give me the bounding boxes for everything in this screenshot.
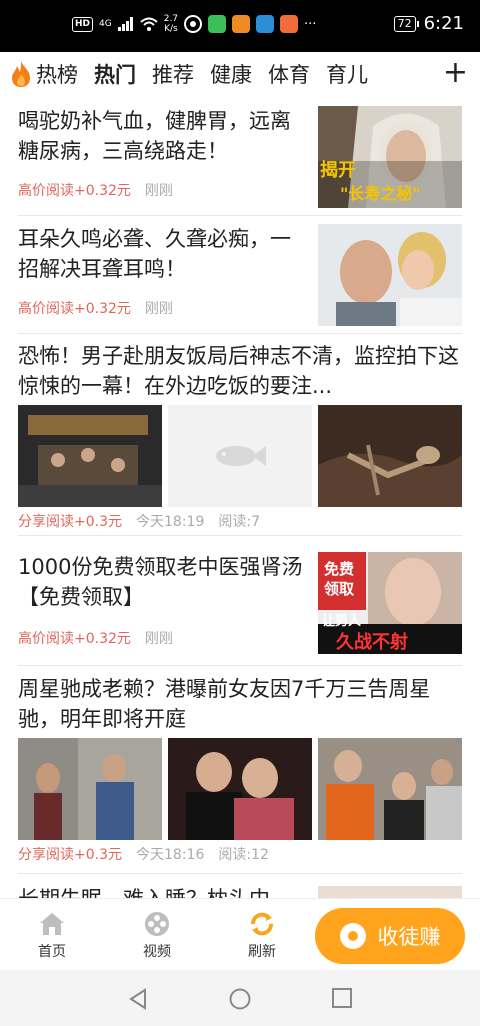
- earn-icon: [339, 923, 366, 949]
- recents-icon[interactable]: [332, 988, 352, 1008]
- home-icon: [40, 913, 64, 935]
- category-tabs: 热榜 热门 推荐 健康 体育 育儿: [0, 52, 480, 96]
- fish-placeholder-icon: [216, 446, 266, 466]
- news-meta: 分享阅读+0.3元 今天18:19 阅读:7: [18, 511, 260, 531]
- ad-badge: 领取: [324, 580, 355, 598]
- reward-text: 分享阅读+0.3元: [18, 847, 122, 863]
- street-photo-image: [318, 738, 462, 840]
- net-speed: 2.7 K/s: [163, 14, 179, 34]
- status-right: 72 6:21: [393, 13, 464, 34]
- news-image-row: [18, 405, 462, 507]
- app-icon-orange: [232, 15, 251, 33]
- app-icon-blue: [256, 15, 275, 33]
- news-meta: 高价阅读+0.32元 刚刚: [18, 628, 173, 648]
- news-title: 周星驰成老赖？港曝前女友因7千万三告周星驰，明年即将开庭: [18, 677, 431, 731]
- news-thumbnail: 揭开 "长寿之秘": [318, 106, 462, 208]
- clock: 6:21: [423, 13, 464, 34]
- news-thumbnail: 免费 领取 让男人 久战不射: [318, 552, 462, 654]
- timestamp: 刚刚: [144, 301, 173, 317]
- news-item[interactable]: 1000份免费领取老中医强肾汤【免费领取】 高价阅读+0.32元 刚刚 免费 领…: [18, 552, 462, 666]
- image-caption: 揭开: [320, 160, 356, 181]
- news-title: 恐怖！男子赴朋友饭局后神志不清，监控拍下这惊悚的一幕！在外边吃饭的要注...: [18, 344, 459, 398]
- tab-parenting[interactable]: 育儿: [318, 59, 376, 89]
- back-icon[interactable]: [128, 988, 148, 1010]
- news-meta: 高价阅读+0.32元 刚刚: [18, 180, 173, 200]
- hd-indicator: HD: [72, 16, 94, 32]
- news-title: 喝驼奶补气血，健脾胃，远离糖尿病，三高绕路走！: [18, 109, 291, 163]
- earn-label: 收徒赚: [377, 925, 441, 949]
- signal-icon: [117, 17, 133, 31]
- movie-still-image: [18, 738, 162, 840]
- news-image-row: [18, 738, 462, 840]
- system-nav-bar: [0, 970, 480, 1026]
- nav-refresh[interactable]: 刷新: [232, 911, 292, 961]
- reward-text: 高价阅读+0.32元: [18, 631, 131, 647]
- read-count: 阅读:12: [218, 847, 269, 863]
- browser-app-icon: [184, 15, 203, 33]
- app-icon-green: [208, 15, 227, 33]
- image-caption: "长寿之秘": [340, 184, 421, 203]
- cave-bones-image: [318, 405, 462, 507]
- reward-text: 高价阅读+0.32元: [18, 301, 131, 317]
- timestamp: 刚刚: [144, 183, 173, 199]
- add-tab-button[interactable]: +: [438, 52, 468, 96]
- news-item[interactable]: 喝驼奶补气血，健脾胃，远离糖尿病，三高绕路走！ 高价阅读+0.32元 刚刚 揭开…: [18, 106, 462, 216]
- nav-label: 刷新: [248, 944, 276, 960]
- news-item[interactable]: 恐怖！男子赴朋友饭局后神志不清，监控拍下这惊悚的一幕！在外边吃饭的要注... 分…: [18, 341, 462, 536]
- network-type: 4G: [99, 19, 112, 29]
- app-icon-red: [280, 15, 299, 33]
- video-reel-icon: [145, 912, 169, 936]
- tab-hot-list[interactable]: 热榜: [0, 59, 86, 89]
- reward-text: 分享阅读+0.3元: [18, 514, 122, 530]
- read-count: 阅读:7: [218, 514, 260, 530]
- news-title: 耳朵久鸣必聋、久聋必痴，一招解决耳聋耳鸣！: [18, 227, 291, 281]
- tab-recommend[interactable]: 推荐: [144, 59, 202, 89]
- timestamp: 今天18:16: [136, 847, 205, 863]
- news-title: 1000份免费领取老中医强肾汤【免费领取】: [18, 555, 303, 609]
- refresh-icon: [251, 912, 273, 936]
- recruit-earn-button[interactable]: 收徒赚: [315, 908, 465, 964]
- timestamp: 刚刚: [144, 631, 173, 647]
- battery-icon: 72: [393, 15, 419, 32]
- reward-text: 高价阅读+0.32元: [18, 183, 131, 199]
- nav-video[interactable]: 视频: [127, 911, 187, 961]
- event-photo-image: [168, 738, 312, 840]
- news-meta: 分享阅读+0.3元 今天18:16 阅读:12: [18, 844, 269, 864]
- wifi-icon: [140, 17, 158, 31]
- more-notifications: ···: [304, 16, 317, 32]
- status-bar: HD 4G 2.7 K/s ··· 72 6:21: [0, 0, 480, 52]
- tab-sports[interactable]: 体育: [260, 59, 318, 89]
- status-left: HD 4G 2.7 K/s ···: [72, 14, 316, 34]
- news-meta: 高价阅读+0.32元 刚刚: [18, 298, 173, 318]
- news-item[interactable]: 周星驰成老赖？港曝前女友因7千万三告周星驰，明年即将开庭 分享阅读+0.3元 今…: [18, 674, 462, 874]
- tab-health[interactable]: 健康: [202, 59, 260, 89]
- tab-label: 热榜: [36, 63, 78, 87]
- bottom-nav: 首页 视频 刷新 收徒赚: [0, 898, 480, 970]
- nav-home[interactable]: 首页: [22, 911, 82, 961]
- news-item[interactable]: 耳朵久鸣必聋、久聋必痴，一招解决耳聋耳鸣！ 高价阅读+0.32元 刚刚: [18, 224, 462, 334]
- nav-label: 首页: [38, 944, 66, 960]
- home-circle-icon[interactable]: [229, 988, 251, 1010]
- timestamp: 今天18:19: [136, 514, 205, 530]
- nav-label: 视频: [143, 944, 171, 960]
- restaurant-cctv-image: [18, 405, 162, 507]
- ear-whisper-image: [318, 224, 462, 326]
- image-caption: 让男人: [322, 614, 362, 629]
- ad-badge: 免费: [324, 560, 355, 578]
- flame-icon: [12, 61, 30, 87]
- image-caption: 久战不射: [336, 632, 408, 653]
- news-thumbnail: [318, 224, 462, 326]
- tab-popular[interactable]: 热门: [86, 59, 144, 90]
- placeholder-image: [168, 405, 312, 507]
